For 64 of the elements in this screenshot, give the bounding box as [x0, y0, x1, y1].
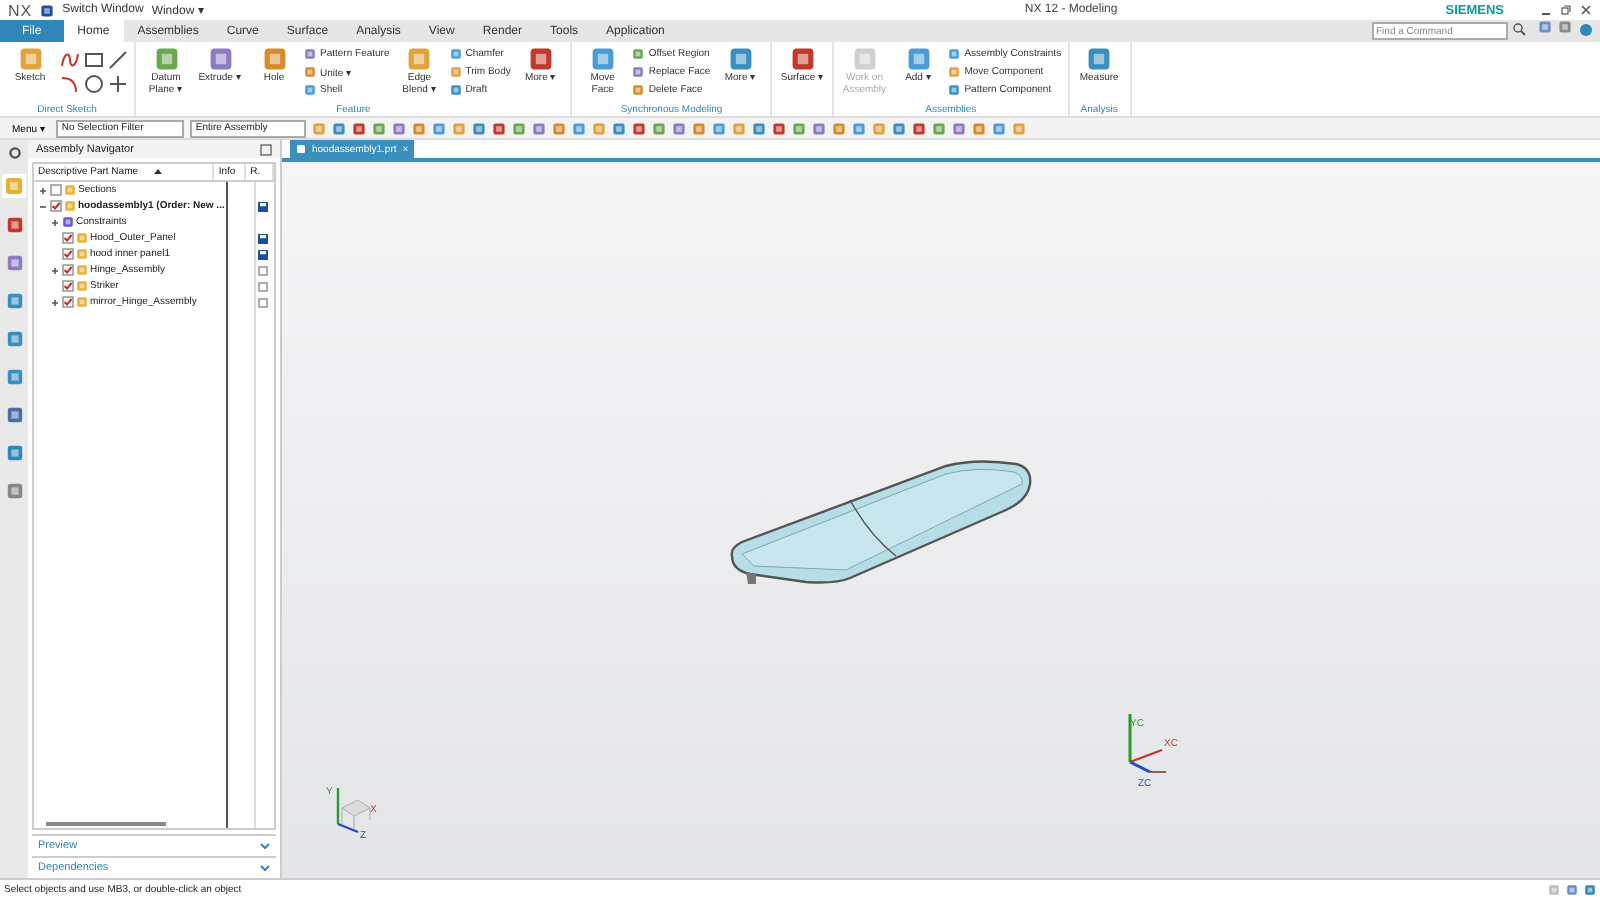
navigator-icon — [5, 215, 23, 233]
part-icon — [76, 280, 88, 292]
collapse-icon[interactable] — [38, 201, 48, 211]
tool-icon — [1086, 46, 1113, 72]
tool-icon — [449, 48, 462, 60]
navigator-icon — [5, 443, 23, 461]
tool-icon — [153, 46, 179, 72]
scrollbar-thumb[interactable] — [46, 822, 166, 826]
part-icon — [76, 248, 88, 260]
expand-icon[interactable] — [38, 185, 48, 195]
tool-icon — [304, 66, 316, 78]
tool-icon — [851, 46, 878, 72]
chevron-down-icon — [260, 863, 270, 871]
tool-icon — [449, 84, 462, 96]
restore-icon[interactable] — [1560, 4, 1572, 16]
part-icon — [76, 264, 88, 276]
tool-icon — [948, 48, 961, 60]
sort-icon — [154, 168, 163, 176]
settings-icon[interactable] — [7, 146, 21, 160]
part-icon — [64, 200, 76, 212]
tool-icon — [261, 46, 287, 72]
navigator-icon — [5, 481, 23, 499]
tool-icon — [207, 46, 233, 72]
tool-icon — [948, 66, 961, 78]
checkbox[interactable] — [50, 184, 62, 196]
expand-icon[interactable] — [50, 297, 60, 307]
tool-icon — [406, 46, 433, 72]
checkbox[interactable] — [62, 248, 74, 260]
close-icon[interactable] — [1580, 4, 1592, 16]
tool-icon — [632, 66, 645, 78]
part-icon — [76, 232, 88, 244]
tool-icon — [632, 48, 645, 60]
expand-icon[interactable] — [50, 265, 60, 275]
tool-icon — [789, 46, 816, 72]
checkbox[interactable] — [62, 264, 74, 276]
tool-icon — [527, 46, 554, 72]
navigator-icon — [5, 253, 23, 271]
navigator-icon — [5, 329, 23, 347]
assembly-navigator-icon — [4, 176, 24, 196]
app-logo: NX — [8, 1, 33, 19]
tool-icon — [449, 66, 462, 78]
tool-icon — [632, 84, 645, 96]
tool-icon — [948, 84, 961, 96]
tool-icon — [589, 46, 616, 72]
checkbox[interactable] — [62, 232, 74, 244]
chevron-down-icon — [260, 841, 270, 849]
expand-icon[interactable] — [50, 217, 60, 227]
maximize-icon[interactable] — [260, 143, 272, 155]
checkbox[interactable] — [62, 280, 74, 292]
checkbox[interactable] — [62, 296, 74, 308]
navigator-icon — [5, 291, 23, 309]
constraints-icon — [62, 216, 74, 228]
navigator-icon — [5, 405, 23, 423]
search-icon[interactable] — [1512, 20, 1526, 40]
part-icon — [296, 144, 306, 154]
tool-icon — [304, 84, 316, 96]
navigator-icon — [5, 367, 23, 385]
checkbox[interactable] — [50, 200, 62, 212]
tool-icon — [17, 46, 43, 72]
sketch-tool-icon[interactable] — [108, 74, 128, 94]
tool-icon — [727, 46, 754, 72]
part-icon — [76, 296, 88, 308]
tool-icon — [304, 48, 316, 60]
tool-icon — [905, 46, 932, 72]
